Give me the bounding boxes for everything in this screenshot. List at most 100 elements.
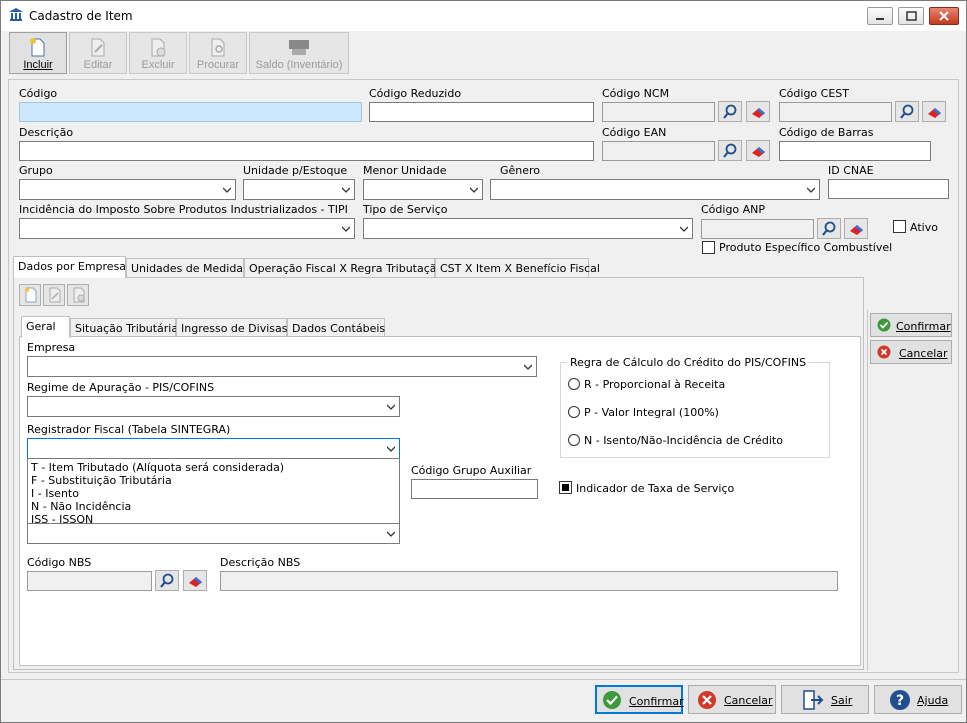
tab-cst-item-beneficio[interactable]: CST X Item X Benefício Fiscal	[435, 258, 600, 278]
registrador-select[interactable]	[27, 438, 400, 459]
anp-search-button[interactable]	[817, 218, 841, 239]
codigo-cest-label: Código CEST	[779, 87, 849, 100]
tipi-select[interactable]	[19, 218, 355, 239]
edit-document-icon	[49, 287, 61, 303]
empresa-label: Empresa	[27, 341, 76, 354]
tab-dados-por-empresa[interactable]: Dados por Empresa	[13, 256, 126, 278]
ncm-clear-button[interactable]	[746, 101, 770, 122]
hidden-combo-under-list[interactable]	[27, 523, 400, 544]
chevron-down-icon	[342, 226, 350, 232]
codigo-cest-input[interactable]	[779, 102, 892, 122]
codigo-barras-input[interactable]	[779, 141, 931, 161]
empresa-select[interactable]	[27, 356, 537, 377]
codigo-ncm-input[interactable]	[602, 102, 715, 122]
tab-label: Dados por Empresa	[18, 260, 127, 273]
saldo-inventario-button[interactable]: Saldo (Inventário)	[249, 32, 349, 74]
tab-label: Operação Fiscal X Regra Tributação	[249, 262, 444, 275]
footer-confirmar-button[interactable]: Confirmar	[595, 685, 684, 714]
grupo-select[interactable]	[19, 179, 236, 200]
tab-operacao-fiscal[interactable]: Operação Fiscal X Regra Tributação	[244, 258, 443, 278]
chevron-down-icon	[680, 226, 688, 232]
side-confirmar-button[interactable]: Confirmar	[870, 313, 952, 337]
eraser-icon	[752, 147, 765, 157]
menor-unidade-select[interactable]	[363, 179, 483, 200]
minimize-button[interactable]	[867, 7, 893, 25]
anp-clear-button[interactable]	[844, 218, 868, 239]
codigo-ncm-label: Código NCM	[602, 87, 670, 100]
regime-select[interactable]	[27, 396, 400, 417]
tab-geral[interactable]: Geral	[21, 316, 70, 338]
title-bar: Cadastro de Item	[1, 1, 966, 31]
tipo-servico-select[interactable]	[363, 218, 693, 239]
registrador-option[interactable]: F - Substituição Tributária	[28, 474, 399, 487]
id-cnae-label: ID CNAE	[828, 164, 874, 177]
window-title: Cadastro de Item	[29, 9, 133, 23]
ativo-label: Ativo	[910, 221, 938, 234]
ean-clear-button[interactable]	[746, 140, 770, 161]
search-icon	[723, 104, 737, 119]
procurar-button[interactable]: Procurar	[189, 32, 247, 74]
chevron-down-icon	[223, 187, 231, 193]
codigo-ean-input[interactable]	[602, 141, 715, 161]
chevron-down-icon	[342, 187, 350, 193]
footer-cancelar-label: Cancelar	[724, 694, 773, 707]
ean-search-button[interactable]	[718, 140, 742, 161]
nbs-clear-button[interactable]	[183, 570, 207, 591]
editar-button[interactable]: Editar	[69, 32, 127, 74]
tipo-servico-label: Tipo de Serviço	[363, 203, 448, 216]
sub-excluir-button[interactable]	[67, 284, 89, 306]
grupo-label: Grupo	[19, 164, 53, 177]
registrador-label: Registrador Fiscal (Tabela SINTEGRA)	[27, 423, 231, 436]
footer-ajuda-button[interactable]: ? Ajuda	[874, 685, 962, 714]
registrador-option[interactable]: I - Isento	[28, 487, 399, 500]
tipi-label: Incidência do Imposto Sobre Produtos Ind…	[19, 203, 348, 216]
nbs-search-button[interactable]	[155, 570, 179, 591]
tab-ingresso-divisas[interactable]: Ingresso de Divisas	[176, 318, 287, 338]
footer-cancelar-button[interactable]: Cancelar	[688, 685, 776, 714]
registrador-option[interactable]: T - Item Tributado (Alíquota será consid…	[28, 461, 399, 474]
descricao-nbs-input[interactable]	[220, 571, 838, 591]
eraser-icon	[189, 577, 202, 587]
descricao-nbs-label: Descrição NBS	[220, 556, 301, 569]
id-cnae-input[interactable]	[828, 179, 949, 199]
regra-radio-p[interactable]	[568, 406, 580, 418]
codigo-nbs-label: Código NBS	[27, 556, 92, 569]
close-window-button[interactable]	[929, 7, 959, 25]
footer-sair-button[interactable]: Sair	[781, 685, 869, 714]
regra-radio-r[interactable]	[568, 378, 580, 390]
tab-dados-contabeis[interactable]: Dados Contábeis	[287, 318, 385, 338]
unidade-estoque-select[interactable]	[243, 179, 355, 200]
tab-unidades-de-medida[interactable]: Unidades de Medida	[126, 258, 244, 278]
footer-confirmar-label: Confirmar	[629, 695, 684, 708]
eraser-icon	[752, 108, 765, 118]
codigo-reduzido-input[interactable]	[369, 102, 594, 122]
descricao-input[interactable]	[19, 141, 594, 161]
tab-label: Geral	[26, 320, 56, 333]
eraser-icon	[928, 108, 941, 118]
tab-situacao-tributaria[interactable]: Situação Tributária	[70, 318, 178, 338]
regime-label: Regime de Apuração - PIS/COFINS	[27, 381, 215, 394]
ncm-search-button[interactable]	[718, 101, 742, 122]
registrador-option[interactable]: N - Não Incidência	[28, 500, 399, 513]
genero-select[interactable]	[490, 179, 820, 200]
indicador-taxa-checkbox[interactable]	[559, 481, 572, 494]
footer-sair-label: Sair	[831, 694, 853, 707]
codigo-input[interactable]	[19, 102, 362, 122]
codigo-anp-input[interactable]	[701, 219, 814, 239]
codigo-nbs-input[interactable]	[27, 571, 152, 591]
regra-radio-n[interactable]	[568, 434, 580, 446]
maximize-button[interactable]	[898, 7, 924, 25]
sub-editar-button[interactable]	[43, 284, 65, 306]
sub-incluir-button[interactable]	[19, 284, 41, 306]
ativo-checkbox[interactable]	[893, 220, 906, 233]
side-cancelar-button[interactable]: Cancelar	[870, 340, 952, 364]
cest-clear-button[interactable]	[922, 101, 946, 122]
incluir-button[interactable]: Incluir	[9, 32, 67, 74]
eraser-icon	[850, 225, 863, 235]
excluir-button[interactable]: Excluir	[129, 32, 187, 74]
new-document-icon	[30, 38, 45, 57]
produto-combustivel-checkbox[interactable]	[702, 241, 715, 254]
cest-search-button[interactable]	[895, 101, 919, 122]
edit-document-icon	[91, 38, 105, 57]
codigo-grupo-auxiliar-input[interactable]	[411, 479, 538, 499]
